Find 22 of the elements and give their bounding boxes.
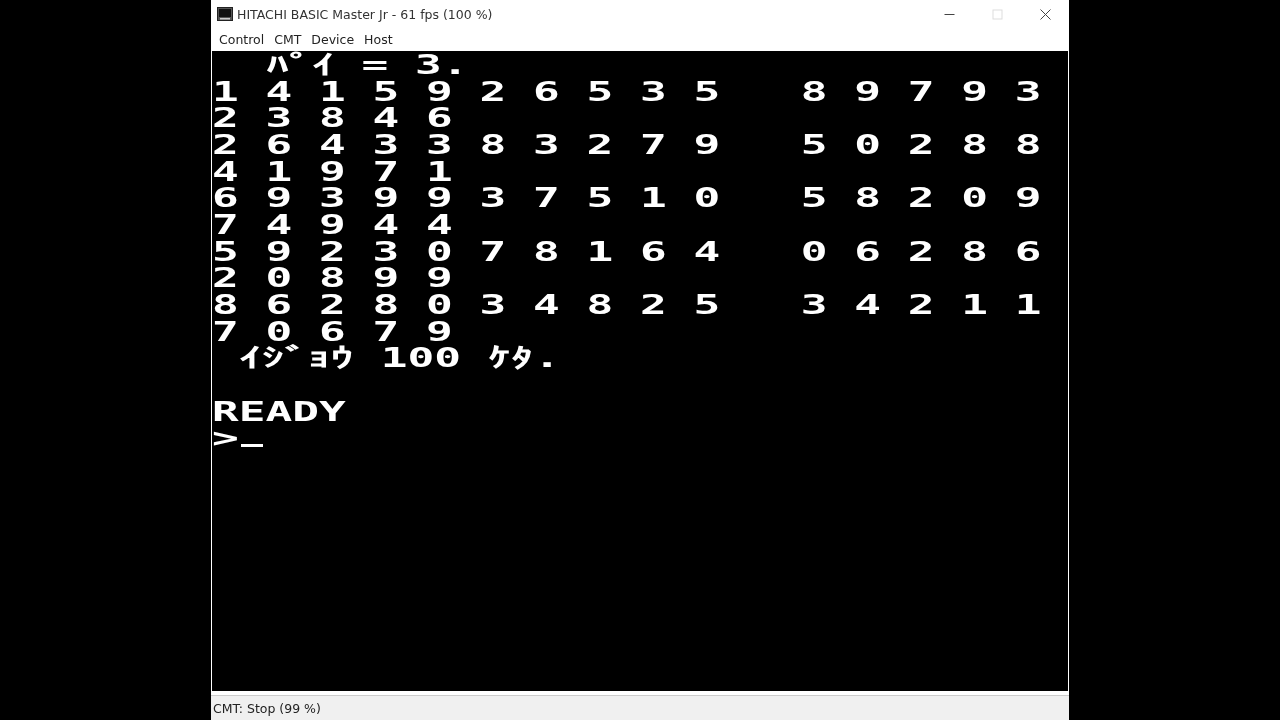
square-icon (991, 8, 1003, 20)
menu-item[interactable]: CMT (269, 30, 307, 49)
menu-item[interactable]: Host (359, 30, 398, 49)
menu-item[interactable]: Control (214, 30, 270, 49)
screen-text-line: 7 4 9 4 4 (212, 211, 453, 239)
screen-text-line: 2 6 4 3 3 8 3 2 7 9 5 0 2 8 8 (212, 131, 1042, 159)
close-icon (1039, 8, 1051, 20)
screen-text-line: READY (212, 398, 346, 426)
screen-text-line: 1 4 1 5 9 2 6 5 3 5 8 9 7 9 3 (212, 78, 1042, 106)
app-icon (217, 7, 233, 21)
window-title: HITACHI BASIC Master Jr - 61 fps (100 %) (237, 6, 494, 22)
screen-text-line: 8 6 2 8 0 3 4 8 2 5 3 4 2 1 1 (212, 291, 1042, 319)
screen-text-line: ｲｼﾞｮｳ 100 ｹﾀ. (237, 345, 561, 372)
screen-text-line: 6 9 3 9 9 3 7 5 1 0 5 8 2 0 9 (212, 185, 1042, 212)
screen-text-line: 5 9 2 3 0 7 8 1 6 4 0 6 2 8 6 (212, 238, 1042, 266)
menu-item[interactable]: Device (306, 30, 360, 49)
screen-text-line: 4 1 9 7 1 (212, 158, 453, 186)
screen-text-line: ﾊﾟｲ = 3. (264, 52, 469, 79)
screen-text-line: 2 3 8 4 6 (212, 105, 453, 132)
screen-text-line: > (212, 425, 239, 452)
screen-text-line: 2 0 8 9 9 (212, 265, 453, 292)
status-text: CMT: Stop (99 %) (212, 700, 321, 716)
